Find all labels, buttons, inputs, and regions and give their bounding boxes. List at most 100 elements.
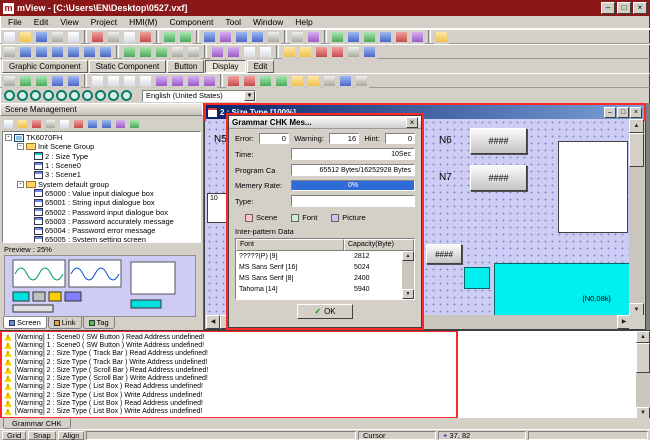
string-input-icon[interactable] (106, 74, 121, 88)
dropdown-arrow-icon[interactable]: ▼ (244, 91, 255, 101)
warning-row[interactable]: ![Warning] 2 : Size Type ( List Box ) Re… (4, 383, 454, 391)
menu-edit[interactable]: Edit (28, 17, 55, 27)
maximize-button[interactable]: □ (617, 2, 631, 14)
numeric-label-n6[interactable]: N6 (439, 135, 452, 146)
zoom-fit-icon[interactable] (266, 30, 281, 44)
help-icon[interactable] (434, 30, 449, 44)
warning-row[interactable]: ![Warning] 2 : Size Type ( Track Bar ) R… (4, 350, 454, 358)
dialog-titlebar[interactable]: Grammar CHK Mes... × (229, 116, 421, 129)
data-table-icon[interactable] (306, 74, 321, 88)
same-width-icon[interactable] (122, 45, 137, 59)
space-horizontal-icon[interactable] (170, 45, 185, 59)
find-icon[interactable] (202, 30, 217, 44)
canvas-vertical-scrollbar[interactable]: ▲ ▼ (629, 119, 644, 317)
align-left-icon[interactable] (18, 45, 33, 59)
numeric-display-widget[interactable]: #### (470, 165, 527, 191)
trend-graph-icon[interactable] (258, 74, 273, 88)
word-lamp-icon[interactable] (34, 74, 49, 88)
compile-icon[interactable] (330, 30, 345, 44)
clock-icon[interactable] (322, 74, 337, 88)
combo-box-icon[interactable] (202, 74, 217, 88)
function-button-icon[interactable] (66, 74, 81, 88)
numeric-input-icon[interactable] (90, 74, 105, 88)
undo-icon[interactable] (162, 30, 177, 44)
bring-to-front-icon[interactable] (242, 45, 257, 59)
scroll-up-icon[interactable]: ▲ (636, 331, 650, 343)
collapse-icon[interactable]: - (17, 143, 24, 150)
tab-grammar-chk[interactable]: Grammar CHK (3, 418, 71, 429)
copy-scene-icon[interactable] (44, 118, 57, 130)
cut-scene-icon[interactable] (30, 118, 43, 130)
copy-icon[interactable] (106, 30, 121, 44)
pointer-icon[interactable] (2, 74, 17, 88)
warning-row[interactable]: ![Warning] 2 : Size Type ( Track Bar ) W… (4, 358, 454, 366)
grid-toggle[interactable]: Grid (2, 431, 26, 440)
table-row[interactable]: MS Sans Serif [16] 5024 (236, 262, 414, 273)
menu-file[interactable]: File (2, 17, 28, 27)
save-icon[interactable] (34, 30, 49, 44)
tree-item-scene1[interactable]: 3 : Scene1 (4, 170, 200, 179)
state-circle-9-icon[interactable] (108, 90, 119, 101)
meter-icon[interactable] (226, 74, 241, 88)
warning-row[interactable]: ![Warning] 2 : Size Type ( Scroll Bar ) … (4, 374, 454, 382)
tab-graphic-component[interactable]: Graphic Component (2, 60, 88, 73)
state-circle-8-icon[interactable] (95, 90, 106, 101)
menu-project[interactable]: Project (85, 17, 123, 27)
layer-icon[interactable] (362, 45, 377, 59)
tab-edit[interactable]: Edit (247, 60, 275, 73)
state-circle-10-icon[interactable] (121, 90, 132, 101)
group-icon[interactable] (210, 45, 225, 59)
xy-graph-icon[interactable] (274, 74, 289, 88)
table-row[interactable]: ?????(P) [9] 2812 (236, 251, 414, 262)
tab-screen[interactable]: Screen (3, 317, 47, 329)
table-scrollbar[interactable]: ▲ ▼ (402, 251, 414, 299)
font-icon[interactable] (218, 30, 233, 44)
simulate-online-icon[interactable] (378, 30, 393, 44)
select-icon[interactable] (2, 45, 17, 59)
scroll-up-icon[interactable]: ▲ (629, 119, 644, 133)
menu-view[interactable]: View (54, 17, 84, 27)
align-bottom-icon[interactable] (98, 45, 113, 59)
font-column-header[interactable]: Font (236, 239, 344, 251)
warning-row[interactable]: ![Warning] 1 : Scene0 ( SW Button ) Writ… (4, 341, 454, 349)
align-right-icon[interactable] (50, 45, 65, 59)
tab-display[interactable]: Display (205, 60, 245, 73)
state-circle-6-icon[interactable] (69, 90, 80, 101)
space-vertical-icon[interactable] (186, 45, 201, 59)
menu-window[interactable]: Window (247, 17, 289, 27)
warning-row[interactable]: ![Warning] 2 : Size Type ( List Box ) Wr… (4, 391, 454, 399)
scroll-left-icon[interactable]: ◀ (206, 315, 220, 329)
menu-tool[interactable]: Tool (219, 17, 247, 27)
delete-scene-icon[interactable] (72, 118, 85, 130)
align-top-icon[interactable] (66, 45, 81, 59)
menu-hmi[interactable]: HMI(M) (123, 17, 163, 27)
tree-root[interactable]: - TK6070FH (4, 133, 200, 142)
bar-graph-icon[interactable] (242, 74, 257, 88)
new-icon[interactable] (2, 30, 17, 44)
scrollbar-thumb[interactable] (636, 343, 650, 373)
state-circle-4-icon[interactable] (43, 90, 54, 101)
paste-icon[interactable] (122, 30, 137, 44)
table-row[interactable]: MS Sans Serif [8] 2400 (236, 273, 414, 284)
same-height-icon[interactable] (138, 45, 153, 59)
panel-widget[interactable] (558, 141, 628, 233)
rotate-left-icon[interactable] (282, 45, 297, 59)
cut-icon[interactable] (90, 30, 105, 44)
print-icon[interactable] (50, 30, 65, 44)
paste-scene-icon[interactable] (58, 118, 71, 130)
scroll-down-icon[interactable]: ▼ (636, 407, 650, 418)
scene-properties-icon[interactable] (114, 118, 127, 130)
flip-vertical-icon[interactable] (330, 45, 345, 59)
menu-help[interactable]: Help (289, 17, 318, 27)
capacity-column-header[interactable]: Capacity(Byte) (344, 239, 414, 251)
download-icon[interactable] (394, 30, 409, 44)
sw-button-icon[interactable] (50, 74, 65, 88)
tree-group-init[interactable]: - Init Scene Group (4, 142, 200, 151)
snap-toggle[interactable]: Snap (28, 431, 56, 440)
warning-row[interactable]: ![Warning] 2 : Size Type ( List Box ) Wr… (4, 408, 454, 416)
bit-lamp-icon[interactable] (18, 74, 33, 88)
state-circle-7-icon[interactable] (82, 90, 93, 101)
warning-row[interactable]: ![Warning] 2 : Size Type ( Scroll Bar ) … (4, 366, 454, 374)
rotate-right-icon[interactable] (298, 45, 313, 59)
cyan-widget[interactable] (464, 267, 490, 289)
